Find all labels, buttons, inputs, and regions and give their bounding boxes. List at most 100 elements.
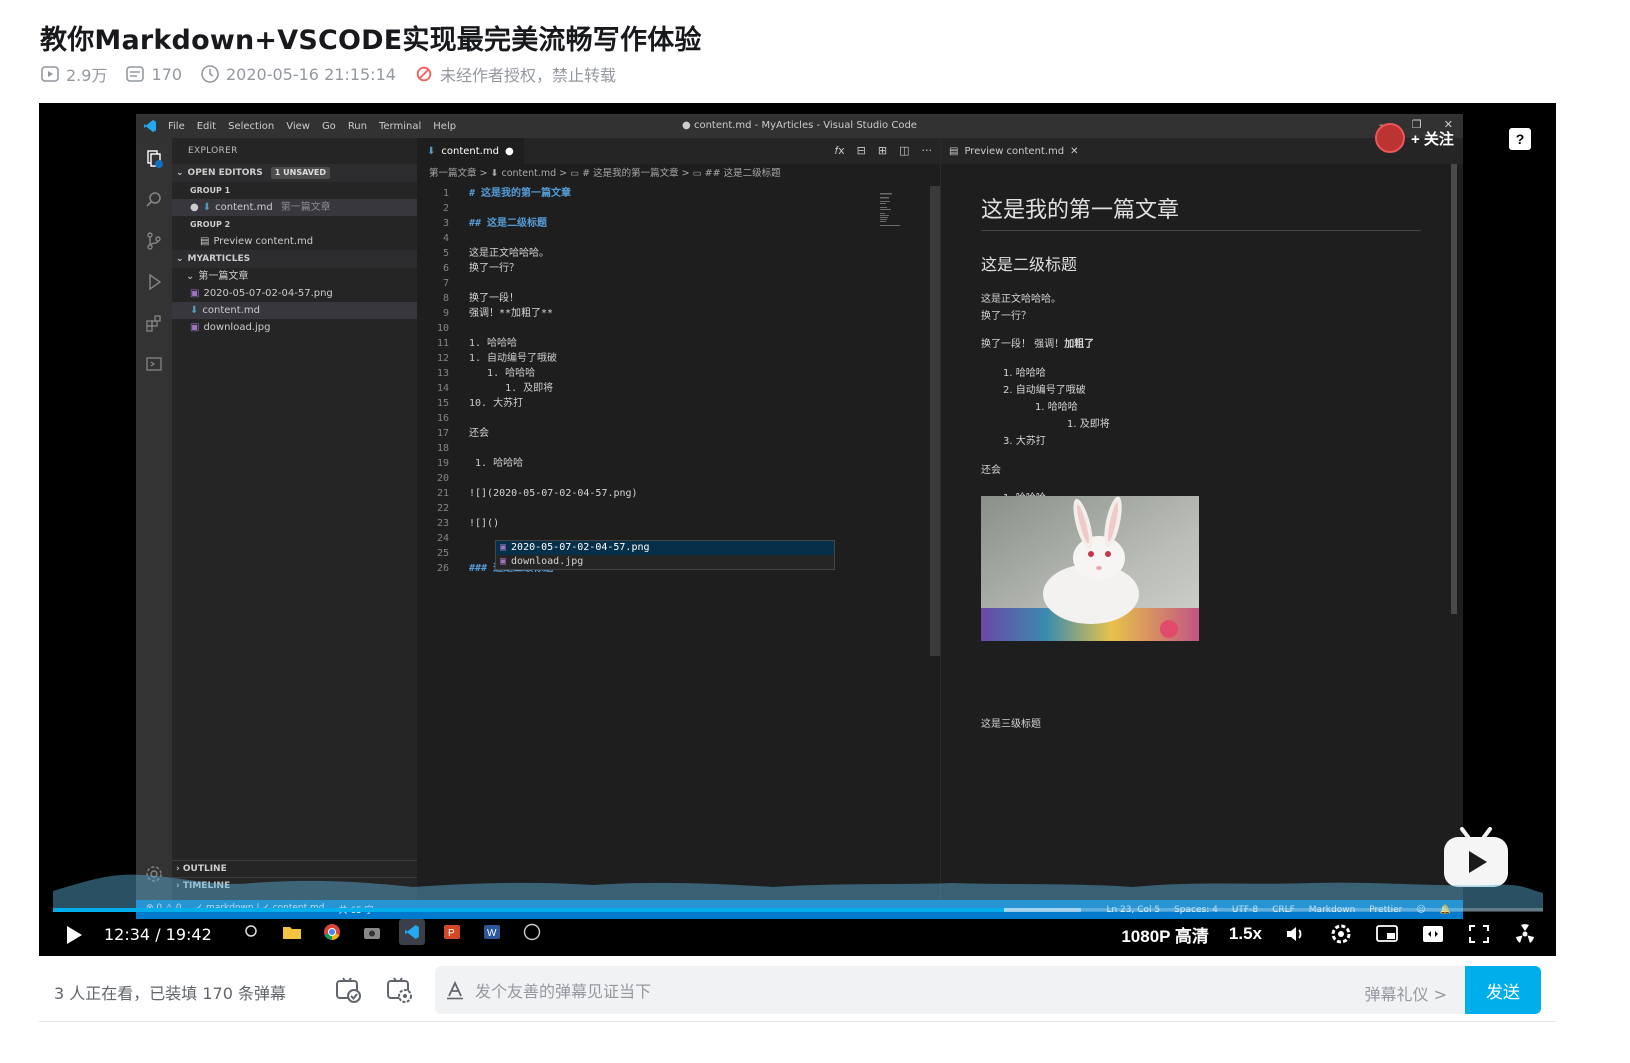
danmaku-toggle-icon[interactable]	[334, 976, 362, 1004]
menu-terminal[interactable]: Terminal	[379, 121, 421, 132]
source-control-icon[interactable]	[136, 220, 172, 261]
follow-button[interactable]: + 关注	[1375, 123, 1454, 153]
code-line[interactable]: 7	[417, 276, 877, 291]
preview-paragraph: 换了一段！ 强调！加粗了	[981, 339, 1095, 350]
code-line[interactable]: 22	[417, 501, 877, 516]
suggestion-item[interactable]: ▣ 2020-05-07-02-04-57.png	[496, 541, 834, 555]
code-line[interactable]: 18	[417, 441, 877, 456]
progress-bar[interactable]	[53, 908, 1543, 912]
menu-run[interactable]: Run	[348, 121, 367, 132]
extensions-icon[interactable]	[136, 302, 172, 343]
code-line[interactable]: 10	[417, 321, 877, 336]
line-number: 12	[436, 353, 449, 364]
danmaku-input[interactable]: 发个友善的弹幕见证当下 弹幕礼仪 >	[435, 966, 1465, 1014]
player-right-controls: 1080P 高清 1.5x	[1121, 921, 1538, 947]
send-danmaku-button[interactable]: 发送	[1465, 966, 1541, 1014]
fullscreen-icon[interactable]	[1512, 921, 1538, 947]
close-tab-icon[interactable]: ✕	[1070, 146, 1078, 157]
web-fullscreen-icon[interactable]	[1466, 921, 1492, 947]
volume-icon[interactable]	[1282, 921, 1308, 947]
folder-icon	[279, 919, 305, 945]
speed-selector[interactable]: 1.5x	[1229, 924, 1262, 944]
file-png[interactable]: ▣ 2020-05-07-02-04-57.png	[172, 285, 417, 302]
line-text: 1. 及即将	[469, 383, 554, 394]
code-line[interactable]: 12 1. 自动编号了哦破	[417, 351, 877, 366]
taskbar-icons: P W	[239, 919, 545, 945]
open-preview-icon[interactable]: ⊟	[857, 144, 866, 158]
code-line[interactable]: 1 # 这是我的第一篇文章	[417, 186, 877, 201]
menu-file[interactable]: File	[168, 121, 185, 132]
explorer-icon[interactable]	[136, 138, 172, 179]
minimap[interactable]	[880, 192, 902, 232]
workspace-section[interactable]: ⌄ MYARTICLES	[172, 250, 417, 268]
code-line[interactable]: 15 10. 大苏打	[417, 396, 877, 411]
danmaku-settings-icon[interactable]	[385, 976, 413, 1004]
views-stat: 2.9万	[40, 62, 107, 86]
code-line[interactable]: 16	[417, 411, 877, 426]
code-line[interactable]: 21 ![](2020-05-07-02-04-57.png)	[417, 486, 877, 501]
code-line[interactable]: 3 ## 这是二级标题	[417, 216, 877, 231]
open-editors-section[interactable]: ⌄ OPEN EDITORS 1 UNSAVED	[172, 164, 417, 182]
viewer-count: 3 人正在看，已装填 170 条弹幕	[54, 984, 286, 1003]
play-icon[interactable]	[61, 923, 85, 947]
menu-view[interactable]: View	[286, 121, 310, 132]
search-icon[interactable]	[136, 179, 172, 220]
activity-bar	[136, 138, 172, 900]
editor-scrollbar[interactable]	[930, 186, 940, 656]
vscode-logo-icon	[136, 114, 164, 138]
chrome-icon	[319, 919, 345, 945]
explorer-header: EXPLORER	[188, 146, 238, 156]
code-line[interactable]: 13 1. 哈哈哈	[417, 366, 877, 381]
split-editor-icon[interactable]: ◫	[899, 144, 909, 158]
code-editor[interactable]: ⬇ content.md ● 𝑓x ⊟ ⊞ ◫ ··· 第一篇文章 > ⬇ co…	[417, 138, 940, 900]
file-download-jpg[interactable]: ▣ download.jpg	[172, 319, 417, 336]
open-editor-preview[interactable]: ▤ Preview content.md	[172, 233, 417, 250]
text-style-icon[interactable]	[435, 966, 475, 1014]
quality-selector[interactable]: 1080P 高清	[1121, 922, 1209, 947]
line-number: 21	[436, 488, 449, 499]
preview-scrollbar[interactable]	[1451, 164, 1457, 614]
code-line[interactable]: 20	[417, 471, 877, 486]
code-line[interactable]: 9 强调！**加粗了**	[417, 306, 877, 321]
line-text: 10. 大苏打	[469, 398, 524, 409]
code-line[interactable]: 4	[417, 231, 877, 246]
code-line[interactable]: 8 换了一段！	[417, 291, 877, 306]
suggestion-item[interactable]: ▣ download.jpg	[496, 555, 834, 569]
powerpoint-icon: P	[439, 919, 465, 945]
code-line[interactable]: 6 换了一行？	[417, 261, 877, 276]
code-line[interactable]: 19 1. 哈哈哈	[417, 456, 877, 471]
uploader-avatar[interactable]	[1375, 123, 1405, 153]
code-line[interactable]: 5 这是正文哈哈哈。	[417, 246, 877, 261]
open-editor-content-md[interactable]: ● ⬇ content.md 第一篇文章	[172, 199, 417, 216]
run-debug-icon[interactable]	[136, 261, 172, 302]
preview-h2: 这是二级标题	[981, 255, 1078, 274]
file-content-md[interactable]: ⬇ content.md	[172, 302, 417, 319]
line-number: 9	[442, 308, 449, 319]
menu-go[interactable]: Go	[322, 121, 336, 132]
menu-help[interactable]: Help	[433, 121, 456, 132]
publish-time: 2020-05-16 21:15:14	[200, 64, 396, 84]
code-line[interactable]: 23 ![]()	[417, 516, 877, 531]
remote-explorer-icon[interactable]	[136, 343, 172, 384]
svg-text:P: P	[448, 928, 455, 939]
code-line[interactable]: 17 还会	[417, 426, 877, 441]
menu-selection[interactable]: Selection	[228, 121, 274, 132]
code-line[interactable]: 11 1. 哈哈哈	[417, 336, 877, 351]
folder-first-article[interactable]: ⌄ 第一篇文章	[172, 268, 417, 285]
more-actions-icon[interactable]: ···	[922, 144, 933, 158]
markdown-file-icon: ⬇	[190, 305, 199, 316]
code-line[interactable]: 14 1. 及即将	[417, 381, 877, 396]
tab-content-md[interactable]: ⬇ content.md ●	[417, 138, 524, 164]
preview-side-icon[interactable]: ⊞	[878, 144, 887, 158]
help-icon[interactable]: ?	[1509, 128, 1531, 150]
line-text: 1. 哈哈哈	[469, 338, 518, 349]
breadcrumb[interactable]: 第一篇文章 > ⬇ content.md > ▭ # 这是我的第一篇文章 > ▭…	[417, 164, 940, 184]
widescreen-icon[interactable]	[1420, 921, 1446, 947]
menu-edit[interactable]: Edit	[197, 121, 216, 132]
code-line[interactable]: 2	[417, 201, 877, 216]
video-player[interactable]: File Edit Selection View Go Run Terminal…	[39, 103, 1556, 956]
picture-in-picture-icon[interactable]	[1374, 921, 1400, 947]
settings-icon[interactable]	[1328, 921, 1354, 947]
danmaku-etiquette-link[interactable]: 弹幕礼仪 >	[1365, 981, 1448, 1005]
formula-icon[interactable]: 𝑓x	[835, 144, 845, 158]
